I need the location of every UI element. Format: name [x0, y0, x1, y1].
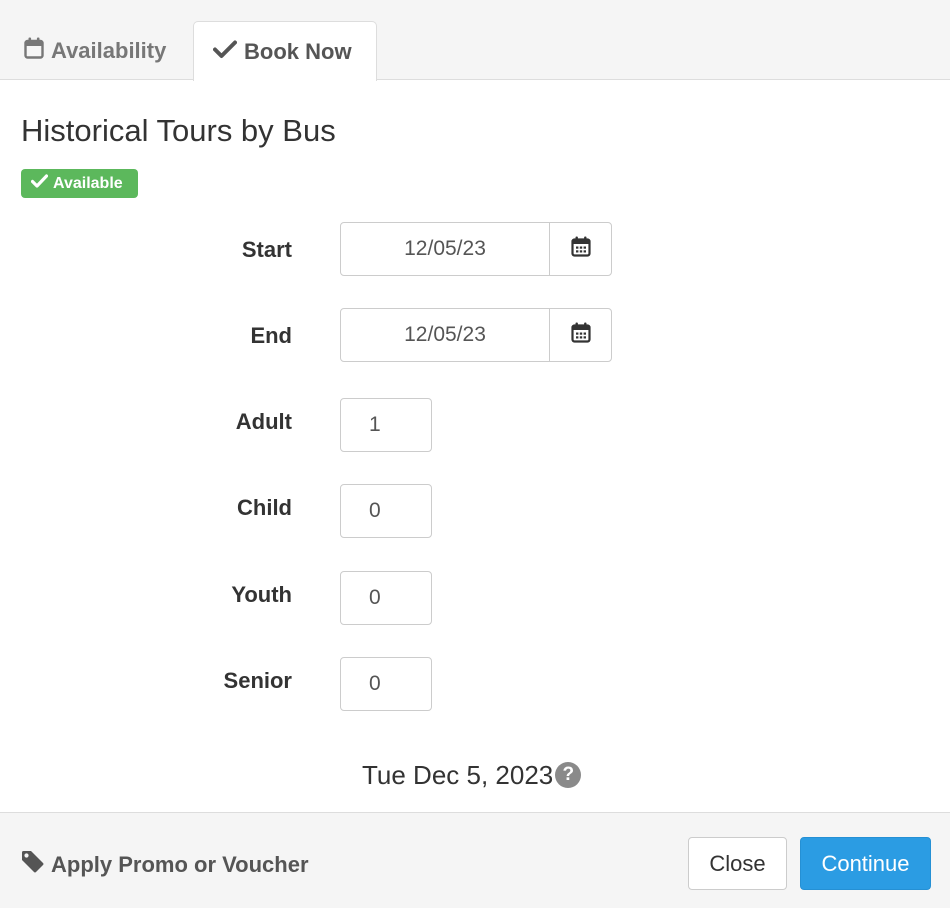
end-date-input[interactable]: 12/05/23: [340, 308, 550, 362]
check-icon: [213, 39, 244, 65]
tab-availability-label: Availability: [51, 38, 167, 63]
calendar-icon: [570, 236, 591, 262]
tab-bar: Availability Book Now: [0, 0, 950, 81]
start-calendar-button[interactable]: [549, 222, 612, 276]
continue-button[interactable]: Continue: [800, 837, 931, 890]
selected-date-summary: Tue Dec 5, 2023 ?: [362, 758, 582, 792]
senior-quantity-input[interactable]: 0: [340, 657, 432, 711]
end-calendar-button[interactable]: [549, 308, 612, 362]
apply-promo-link[interactable]: Apply Promo or Voucher: [21, 850, 309, 879]
tab-book-now-label: Book Now: [244, 38, 352, 64]
child-label: Child: [237, 495, 292, 520]
youth-label: Youth: [231, 582, 292, 607]
senior-label: Senior: [223, 668, 292, 693]
question-circle-icon[interactable]: ?: [555, 762, 582, 788]
adult-label: Adult: [235, 409, 292, 434]
apply-promo-label: Apply Promo or Voucher: [51, 851, 309, 877]
status-badge-label: Available: [53, 174, 123, 192]
tour-title: Historical Tours by Bus: [21, 113, 336, 148]
youth-quantity-input[interactable]: 0: [340, 571, 432, 625]
adult-quantity-input[interactable]: 1: [340, 398, 432, 452]
tag-icon: [21, 850, 51, 879]
child-quantity-input[interactable]: 0: [340, 484, 432, 538]
status-badge: Available: [21, 169, 138, 198]
calendar-icon: [24, 37, 51, 65]
tab-availability[interactable]: Availability: [10, 21, 192, 81]
close-button[interactable]: Close: [688, 837, 787, 890]
check-icon: [30, 174, 53, 193]
start-label: Start: [241, 237, 292, 262]
start-date-input[interactable]: 12/05/23: [340, 222, 550, 276]
selected-date-text: Tue Dec 5, 2023: [362, 760, 554, 790]
calendar-icon: [570, 322, 591, 348]
tab-book-now[interactable]: Book Now: [193, 21, 377, 81]
end-label: End: [250, 323, 292, 348]
